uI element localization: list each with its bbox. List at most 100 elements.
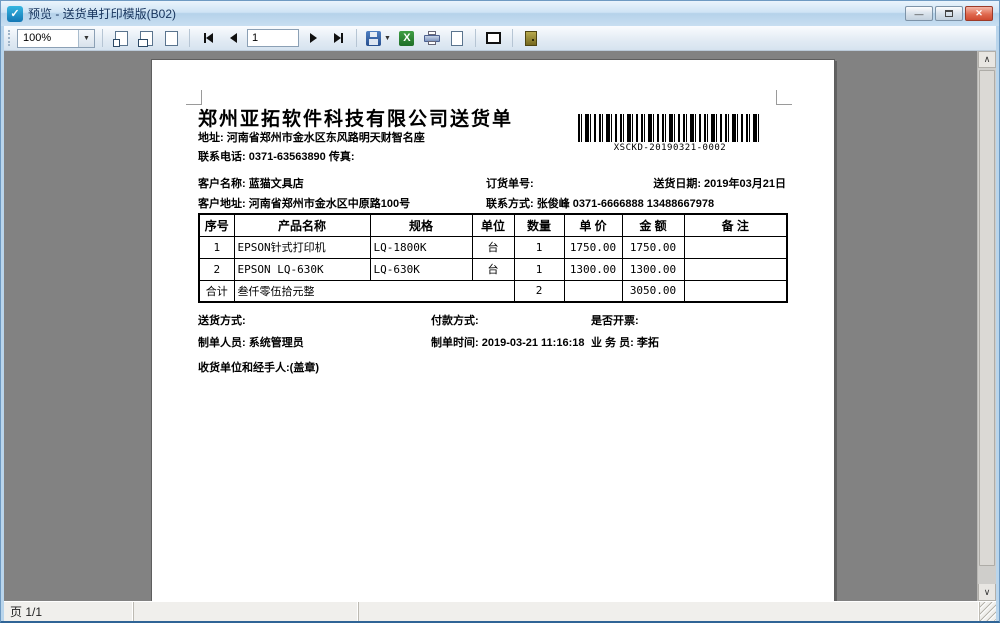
- barcode-text: XSCKD-20190321-0002: [578, 143, 762, 153]
- first-page-button[interactable]: [197, 27, 219, 49]
- toolbar-separator: [475, 29, 476, 47]
- col-header: 金 额: [622, 214, 684, 236]
- print-button[interactable]: [421, 27, 443, 49]
- col-header: 序号: [199, 214, 234, 236]
- whole-page-button[interactable]: [110, 27, 132, 49]
- col-header: 数量: [514, 214, 564, 236]
- first-page-icon: [206, 33, 213, 43]
- exit-door-icon: [525, 31, 537, 46]
- page-number-input[interactable]: [247, 29, 299, 47]
- next-page-icon: [310, 33, 317, 43]
- table-row: 2 EPSON LQ-630K LQ-630K 台 1 1300.00 1300…: [199, 258, 787, 280]
- next-page-button[interactable]: [302, 27, 324, 49]
- total-remark: [684, 280, 787, 302]
- zoom-value: 100%: [18, 32, 78, 44]
- scrollbar-thumb[interactable]: [979, 70, 995, 566]
- toolbar-separator: [512, 29, 513, 47]
- zoom-combobox[interactable]: 100% ▼: [17, 29, 95, 48]
- chevron-down-icon[interactable]: ▼: [78, 30, 94, 47]
- toolbar-grip: [8, 30, 11, 46]
- scroll-up-button[interactable]: ∧: [978, 51, 996, 68]
- company-phone: 联系电话: 0371-63563890 传真:: [198, 148, 355, 164]
- last-page-button[interactable]: [327, 27, 349, 49]
- cell-unit: 台: [472, 236, 514, 258]
- cell-amount: 1300.00: [622, 258, 684, 280]
- toolbar: 100% ▼ ▼ X: [4, 26, 996, 51]
- barcode-image: [578, 114, 762, 142]
- barcode-block: XSCKD-20190321-0002: [578, 114, 762, 153]
- margins-button[interactable]: [483, 27, 505, 49]
- cell-price: 1750.00: [564, 236, 622, 258]
- last-page-icon: [341, 33, 343, 43]
- salesman: 业 务 员: 李拓: [591, 334, 659, 350]
- scroll-down-button[interactable]: ∨: [978, 584, 996, 601]
- company-address: 地址: 河南省郑州市金水区东风路明天财智名座: [198, 129, 425, 145]
- close-button[interactable]: ✕: [965, 6, 993, 21]
- preview-area: 郑州亚拓软件科技有限公司送货单 XSCKD-20190321-0002 地址: …: [4, 51, 977, 601]
- margin-corner-mark: [776, 90, 792, 105]
- table-row: 1 EPSON针式打印机 LQ-1800K 台 1 1750.00 1750.0…: [199, 236, 787, 258]
- cell-seq: 2: [199, 258, 234, 280]
- contact-info: 联系方式: 张俊峰 0371-6666888 13488667978: [486, 195, 714, 211]
- status-panel: [134, 602, 359, 621]
- prev-page-button[interactable]: [222, 27, 244, 49]
- page-setup-button[interactable]: [446, 27, 468, 49]
- col-header: 产品名称: [234, 214, 370, 236]
- cell-remark: [684, 258, 787, 280]
- status-panel: [359, 602, 980, 621]
- last-page-icon: [334, 33, 341, 43]
- receiver-signature-line: 收货单位和经手人:(盖章): [198, 362, 319, 374]
- margin-box-icon: [486, 32, 501, 44]
- make-time: 制单时间: 2019-03-21 11:16:18: [431, 334, 584, 350]
- scrollbar-track[interactable]: [978, 68, 996, 584]
- toolbar-separator: [189, 29, 190, 47]
- vertical-scrollbar[interactable]: ∧ ∨: [977, 51, 996, 601]
- cell-seq: 1: [199, 236, 234, 258]
- cell-qty: 1: [514, 258, 564, 280]
- total-label: 合计: [199, 280, 234, 302]
- toolbar-separator: [102, 29, 103, 47]
- toolbar-separator: [356, 29, 357, 47]
- save-button[interactable]: ▼: [364, 27, 393, 49]
- customer-address: 客户地址: 河南省郑州市金水区中原路100号: [198, 198, 410, 210]
- maximize-button[interactable]: [935, 6, 963, 21]
- cell-spec: LQ-630K: [370, 258, 472, 280]
- page-width-icon: [140, 31, 153, 46]
- chevron-down-icon[interactable]: ▼: [384, 35, 391, 42]
- prev-page-icon: [230, 33, 237, 43]
- total-amount-words: 叁仟零伍拾元整: [234, 280, 514, 302]
- company-title: 郑州亚拓软件科技有限公司送货单: [198, 104, 513, 131]
- save-icon: [366, 31, 381, 46]
- order-number: 订货单号:: [486, 175, 534, 191]
- document-page: 郑州亚拓软件科技有限公司送货单 XSCKD-20190321-0002 地址: …: [151, 59, 835, 601]
- blank-page-icon: [451, 31, 463, 46]
- margin-corner-mark: [186, 90, 202, 105]
- cell-remark: [684, 236, 787, 258]
- maker-name: 制单人员: 系统管理员: [198, 337, 304, 349]
- table-header-row: 序号 产品名称 规格 单位 数量 单 价 金 额 备 注: [199, 214, 787, 236]
- col-header: 单位: [472, 214, 514, 236]
- app-logo-icon: ✓: [7, 6, 23, 22]
- cell-price: 1300.00: [564, 258, 622, 280]
- total-qty: 2: [514, 280, 564, 302]
- window-title: 预览 - 送货单打印模版(B02): [28, 5, 905, 22]
- total-amount: 3050.00: [622, 280, 684, 302]
- delivery-date: 送货日期: 2019年03月21日: [653, 175, 786, 191]
- export-excel-button[interactable]: X: [396, 27, 418, 49]
- actual-size-icon: [165, 31, 178, 46]
- items-table: 序号 产品名称 规格 单位 数量 单 价 金 额 备 注 1: [198, 213, 788, 303]
- excel-icon: X: [399, 31, 414, 46]
- printer-icon: [424, 31, 440, 45]
- actual-size-button[interactable]: [160, 27, 182, 49]
- cell-spec: LQ-1800K: [370, 236, 472, 258]
- cell-unit: 台: [472, 258, 514, 280]
- cell-product: EPSON LQ-630K: [234, 258, 370, 280]
- minimize-button[interactable]: —: [905, 6, 933, 21]
- resize-grip[interactable]: [980, 602, 996, 621]
- whole-page-icon: [115, 31, 128, 46]
- title-bar: ✓ 预览 - 送货单打印模版(B02) — ✕: [1, 1, 999, 26]
- exit-button[interactable]: [520, 27, 542, 49]
- table-total-row: 合计 叁仟零伍拾元整 2 3050.00: [199, 280, 787, 302]
- page-status: 页 1/1: [4, 602, 134, 621]
- page-width-button[interactable]: [135, 27, 157, 49]
